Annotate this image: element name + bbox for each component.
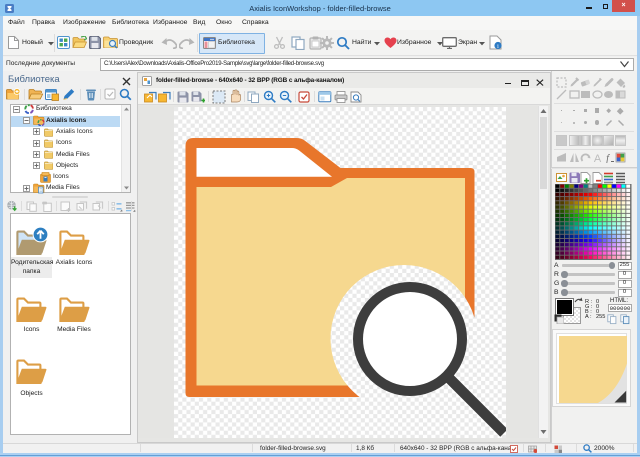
svg-text:A: A [593, 153, 601, 163]
svg-text:f: f [606, 154, 610, 164]
